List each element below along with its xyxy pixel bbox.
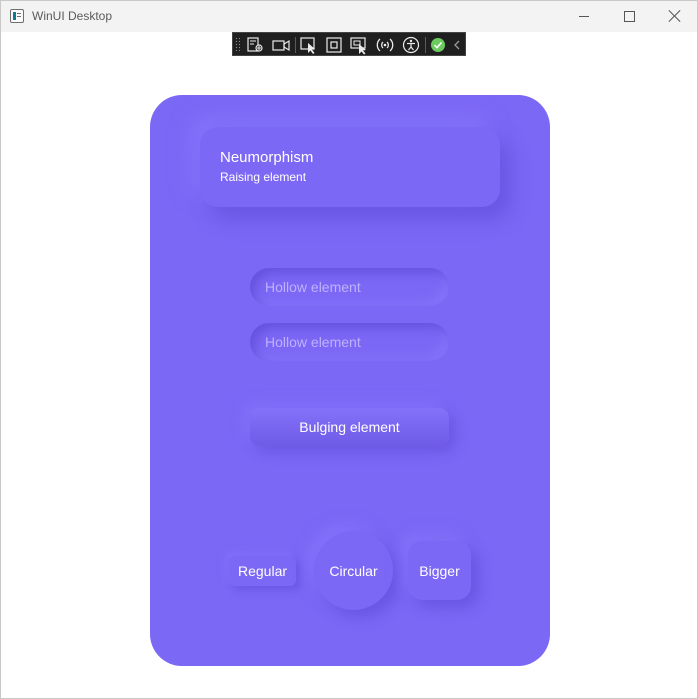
xaml-debug-toolbar	[232, 32, 466, 56]
toolbar-separator	[425, 37, 426, 53]
close-button[interactable]	[653, 1, 697, 32]
bigger-button[interactable]: Bigger	[408, 541, 471, 600]
accessibility-icon	[402, 36, 420, 54]
track-focused-element-button[interactable]	[349, 35, 369, 55]
track-focused-element-icon	[350, 37, 366, 55]
collapse-toolbar-button[interactable]	[450, 35, 464, 55]
live-visual-tree-button[interactable]	[245, 35, 265, 55]
minimize-icon	[579, 16, 589, 17]
toolbar-separator	[295, 37, 296, 53]
toolbar-grip-handle[interactable]	[235, 37, 240, 53]
neumorphism-card: Neumorphism Raising element Bulging elem…	[150, 95, 550, 666]
app-icon	[10, 9, 24, 23]
layout-adorners-button[interactable]	[324, 35, 344, 55]
circular-button[interactable]: Circular	[314, 531, 393, 610]
check-status-icon	[431, 38, 445, 52]
hot-reload-button[interactable]	[375, 35, 395, 55]
record-button[interactable]	[271, 35, 291, 55]
bulging-button[interactable]: Bulging element	[250, 408, 449, 446]
raised-panel-title: Neumorphism	[220, 149, 314, 166]
video-camera-icon	[272, 39, 290, 52]
regular-button[interactable]: Regular	[229, 556, 296, 586]
maximize-button[interactable]	[607, 1, 653, 32]
status-check-button[interactable]	[428, 35, 448, 55]
raised-panel: Neumorphism Raising element	[200, 127, 500, 207]
close-icon	[669, 10, 681, 22]
select-element-icon	[300, 37, 315, 54]
live-visual-tree-icon	[247, 37, 263, 52]
app-window: WinUI Desktop Neumorphism Raising elemen…	[0, 0, 698, 699]
maximize-icon	[624, 11, 635, 22]
window-title: WinUI Desktop	[32, 9, 113, 23]
accessibility-button[interactable]	[401, 35, 421, 55]
title-bar[interactable]: WinUI Desktop	[1, 1, 697, 32]
display-layout-adorners-icon	[326, 37, 342, 53]
select-element-button[interactable]	[299, 35, 319, 55]
minimize-button[interactable]	[561, 1, 607, 32]
raised-panel-subtitle: Raising element	[220, 170, 307, 184]
hollow-input-2[interactable]	[250, 323, 449, 361]
collapse-chevron-icon	[454, 40, 460, 50]
hollow-input-1[interactable]	[250, 268, 449, 306]
hot-reload-icon	[376, 38, 394, 52]
